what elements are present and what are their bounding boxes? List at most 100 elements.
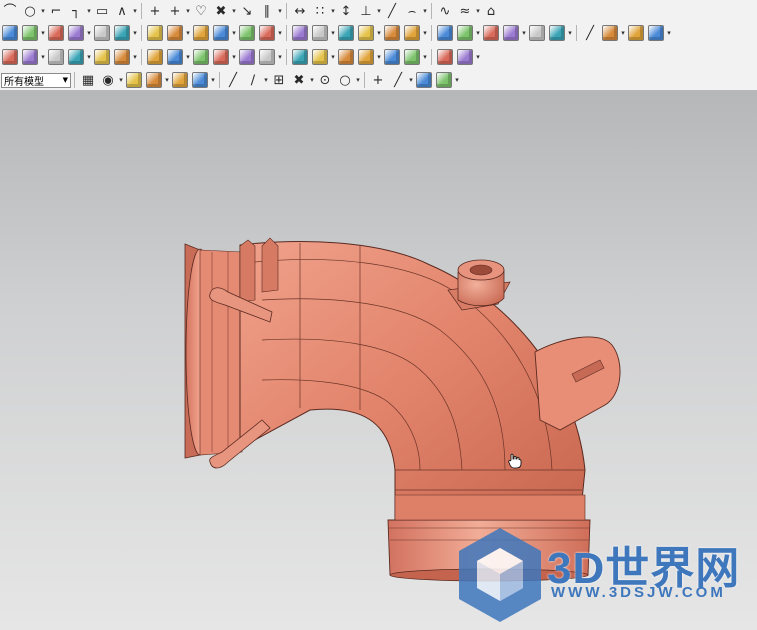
sketch-curve-icon[interactable]: ♡ xyxy=(192,2,210,20)
dropdown-arrow-icon[interactable]: ▾ xyxy=(277,2,283,20)
intersection-icon[interactable]: ✖ xyxy=(290,71,308,89)
dropdown-arrow-icon[interactable]: ▾ xyxy=(185,48,191,66)
point-on-curve-icon[interactable]: ╱ xyxy=(389,71,407,89)
block-icon[interactable] xyxy=(1,24,19,42)
bridge-icon[interactable] xyxy=(146,48,164,66)
dimension-icon[interactable]: ↕ xyxy=(337,2,355,20)
select-all-icon[interactable] xyxy=(125,71,143,89)
sweep-icon[interactable] xyxy=(601,24,619,42)
x-form-icon[interactable] xyxy=(291,48,309,66)
type-filter-select[interactable]: 所有模型 ▼ xyxy=(1,72,71,88)
groove-icon[interactable] xyxy=(212,24,230,42)
chamfer-icon[interactable] xyxy=(238,24,256,42)
dropdown-arrow-icon[interactable]: ▾ xyxy=(40,24,46,42)
thicken-icon[interactable] xyxy=(627,24,645,42)
studio-spline-icon[interactable]: ≈ xyxy=(456,2,474,20)
dropdown-arrow-icon[interactable]: ▾ xyxy=(408,71,414,89)
enlarge-icon[interactable] xyxy=(383,48,401,66)
sew-icon[interactable] xyxy=(456,24,474,42)
dropdown-arrow-icon[interactable]: ▾ xyxy=(376,2,382,20)
split-body-icon[interactable] xyxy=(357,24,375,42)
arc-center-icon[interactable]: ⊙ xyxy=(316,71,334,89)
pattern-icon[interactable]: ∷ xyxy=(311,2,329,20)
shell-icon[interactable] xyxy=(291,24,309,42)
sheet-icon[interactable] xyxy=(647,24,665,42)
line-tool-icon[interactable]: ╱ xyxy=(581,24,599,42)
dropdown-arrow-icon[interactable]: ▾ xyxy=(376,48,382,66)
dropdown-arrow-icon[interactable]: ▾ xyxy=(330,2,336,20)
dropdown-arrow-icon[interactable]: ▾ xyxy=(277,48,283,66)
fillet-icon[interactable]: ⌐ xyxy=(47,2,65,20)
corner-icon[interactable]: ┐ xyxy=(67,2,85,20)
mid-point-icon[interactable]: ∕ xyxy=(244,71,262,89)
mesh-icon[interactable] xyxy=(67,48,85,66)
dropdown-arrow-icon[interactable]: ▾ xyxy=(86,24,92,42)
trim-body-icon[interactable] xyxy=(337,24,355,42)
dropdown-arrow-icon[interactable]: ▾ xyxy=(210,71,216,89)
box-select-icon[interactable] xyxy=(145,71,163,89)
pocket-icon[interactable] xyxy=(146,24,164,42)
pad-icon[interactable] xyxy=(166,24,184,42)
edge-blend-icon[interactable] xyxy=(258,24,276,42)
dropdown-arrow-icon[interactable]: ▾ xyxy=(666,24,672,42)
dropdown-arrow-icon[interactable]: ▾ xyxy=(263,71,269,89)
dropdown-arrow-icon[interactable]: ▾ xyxy=(277,24,283,42)
revolve-icon[interactable] xyxy=(67,24,85,42)
patch-icon[interactable] xyxy=(482,24,500,42)
selection-filter-icon[interactable]: ▦ xyxy=(79,71,97,89)
dropdown-arrow-icon[interactable]: ▾ xyxy=(164,71,170,89)
dropdown-arrow-icon[interactable]: ▾ xyxy=(454,71,460,89)
boss-icon[interactable] xyxy=(113,24,131,42)
dropdown-arrow-icon[interactable]: ▾ xyxy=(330,24,336,42)
offset-icon[interactable]: ∥ xyxy=(258,2,276,20)
offset-surface-icon[interactable] xyxy=(337,48,355,66)
existing-point-icon[interactable]: + xyxy=(369,71,387,89)
dropdown-arrow-icon[interactable]: ▾ xyxy=(132,2,138,20)
subtract-icon[interactable] xyxy=(403,24,421,42)
dropdown-arrow-icon[interactable]: ▾ xyxy=(86,2,92,20)
ruled-icon[interactable] xyxy=(21,48,39,66)
swept-icon[interactable] xyxy=(93,48,111,66)
through-curves-icon[interactable] xyxy=(47,48,65,66)
dropdown-arrow-icon[interactable]: ▾ xyxy=(40,2,46,20)
arc-icon[interactable]: ⌒ xyxy=(1,2,19,20)
line-icon[interactable]: ╱ xyxy=(383,2,401,20)
dropdown-arrow-icon[interactable]: ▾ xyxy=(620,24,626,42)
dropdown-arrow-icon[interactable]: ▾ xyxy=(86,48,92,66)
reverse-normal-icon[interactable] xyxy=(403,48,421,66)
draft-icon[interactable] xyxy=(311,24,329,42)
dropdown-arrow-icon[interactable]: ▾ xyxy=(475,2,481,20)
dropdown-arrow-icon[interactable]: ▾ xyxy=(231,24,237,42)
point-icon[interactable]: + xyxy=(166,2,184,20)
dropdown-arrow-icon[interactable]: ▾ xyxy=(521,24,527,42)
dropdown-arrow-icon[interactable]: ▾ xyxy=(475,48,481,66)
surface-icon[interactable] xyxy=(1,48,19,66)
shaded-icon[interactable] xyxy=(171,71,189,89)
extend-icon[interactable]: ↘ xyxy=(238,2,256,20)
unite-icon[interactable] xyxy=(383,24,401,42)
face-blend-icon[interactable] xyxy=(238,48,256,66)
trim-icon[interactable]: ✖ xyxy=(212,2,230,20)
dropdown-arrow-icon[interactable]: ▾ xyxy=(309,71,315,89)
workspace-icon[interactable] xyxy=(435,71,453,89)
n-sided-icon[interactable] xyxy=(113,48,131,66)
i-form-icon[interactable] xyxy=(311,48,329,66)
constraint-icon[interactable]: ⊥ xyxy=(357,2,375,20)
quadrant-icon[interactable]: ○ xyxy=(336,71,354,89)
cylinder-icon[interactable] xyxy=(21,24,39,42)
dropdown-arrow-icon[interactable]: ▾ xyxy=(185,24,191,42)
view-section-icon[interactable] xyxy=(436,48,454,66)
global-shaping-icon[interactable] xyxy=(357,48,375,66)
dropdown-arrow-icon[interactable]: ▾ xyxy=(475,24,481,42)
layer-icon[interactable] xyxy=(415,71,433,89)
law-extension-icon[interactable] xyxy=(192,48,210,66)
arc3-icon[interactable]: ⌢ xyxy=(403,2,421,20)
dropdown-arrow-icon[interactable]: ▾ xyxy=(422,24,428,42)
plus-icon[interactable]: + xyxy=(146,2,164,20)
dropdown-arrow-icon[interactable]: ▾ xyxy=(567,24,573,42)
dropdown-arrow-icon[interactable]: ▾ xyxy=(185,2,191,20)
dropdown-arrow-icon[interactable]: ▾ xyxy=(231,48,237,66)
circle-icon[interactable]: ○ xyxy=(21,2,39,20)
dropdown-arrow-icon[interactable]: ▾ xyxy=(132,24,138,42)
analysis-icon[interactable] xyxy=(548,24,566,42)
